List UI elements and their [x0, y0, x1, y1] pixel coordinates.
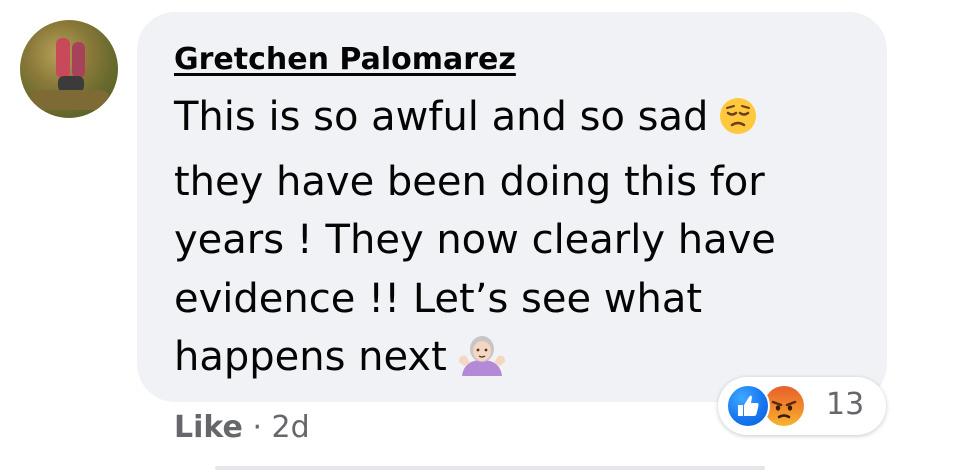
comment-line-1: This is so awful and so sad: [174, 88, 814, 153]
separator-dot: ·: [252, 410, 262, 445]
reactions-summary[interactable]: 13: [718, 377, 886, 435]
avatar-figure-2: [72, 42, 85, 78]
comment-line-2: they have been doing this for: [174, 158, 765, 205]
comment-actions: Like · 2d: [174, 410, 310, 445]
pensive-face-emoji: [718, 94, 758, 153]
avatar[interactable]: [20, 20, 118, 118]
like-button[interactable]: Like: [174, 410, 243, 445]
comment-text: This is so awful and so sad they have be…: [174, 88, 814, 393]
like-reaction-icon: [726, 384, 770, 428]
avatar-ground: [30, 90, 110, 110]
comment-line-4: evidence !! Let’s see what: [174, 275, 703, 322]
avatar-figure-1: [56, 38, 70, 78]
comment-line-3: years ! They now clearly have: [174, 217, 776, 263]
reaction-count: 13: [826, 387, 865, 422]
comment-author-name[interactable]: Gretchen Palomarez: [174, 42, 516, 77]
next-comment-edge: [215, 466, 765, 470]
comment-timestamp[interactable]: 2d: [272, 410, 310, 445]
woman-shrugging-emoji: [457, 332, 507, 393]
comment-line-5: happens next: [174, 328, 814, 393]
